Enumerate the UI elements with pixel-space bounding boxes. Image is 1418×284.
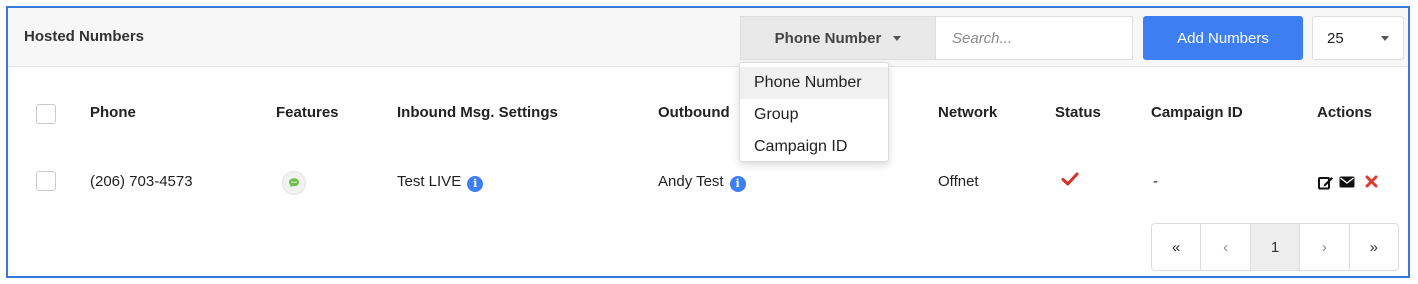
filter-field-select[interactable]: Phone Number	[740, 16, 936, 60]
current-page-button[interactable]: 1	[1250, 224, 1301, 270]
sms-icon	[282, 171, 306, 195]
dropdown-option-group[interactable]: Group	[740, 99, 888, 131]
delete-icon[interactable]	[1365, 175, 1378, 188]
info-icon[interactable]: i	[467, 176, 484, 192]
previous-page-button[interactable]: ‹	[1201, 224, 1251, 270]
network-cell: Offnet	[938, 173, 979, 190]
page-title: Hosted Numbers	[24, 28, 145, 45]
column-header-network[interactable]: Network	[938, 104, 997, 121]
dropdown-option-phone-number[interactable]: Phone Number	[740, 67, 888, 99]
filter-field-dropdown: Phone Number Group Campaign ID	[739, 62, 889, 162]
column-header-status[interactable]: Status	[1055, 104, 1101, 121]
column-header-features[interactable]: Features	[276, 104, 339, 121]
check-icon	[1061, 172, 1079, 186]
search-input[interactable]	[935, 16, 1133, 60]
last-page-button[interactable]: »	[1350, 224, 1398, 270]
add-numbers-button[interactable]: Add Numbers	[1143, 16, 1303, 60]
outbound-settings-value: Andy Test	[658, 173, 724, 190]
page-size-select[interactable]: 25	[1312, 16, 1404, 60]
column-header-campaign-id[interactable]: Campaign ID	[1151, 104, 1243, 121]
info-icon[interactable]: i	[729, 176, 746, 192]
edit-icon[interactable]	[1318, 175, 1334, 190]
phone-number-cell: (206) 703-4573	[90, 173, 193, 190]
campaign-id-cell: -	[1153, 173, 1158, 190]
outbound-settings-cell: Andy Test i	[658, 173, 746, 192]
next-page-button[interactable]: ›	[1300, 224, 1350, 270]
mail-icon[interactable]	[1339, 176, 1355, 188]
column-header-phone[interactable]: Phone	[90, 104, 136, 121]
first-page-button[interactable]: «	[1152, 224, 1202, 270]
column-header-inbound[interactable]: Inbound Msg. Settings	[397, 104, 558, 121]
panel-header: Hosted Numbers Phone Number Add Numbers …	[8, 8, 1408, 67]
inbound-settings-cell: Test LIVE i	[397, 173, 484, 192]
caret-down-icon	[893, 35, 902, 41]
dropdown-option-campaign-id[interactable]: Campaign ID	[740, 131, 888, 163]
select-all-checkbox[interactable]	[36, 104, 56, 124]
page-size-value: 25	[1327, 29, 1344, 47]
hosted-numbers-panel: Hosted Numbers Phone Number Add Numbers …	[6, 6, 1410, 278]
column-header-outbound[interactable]: Outbound	[658, 104, 730, 121]
row-checkbox[interactable]	[36, 171, 56, 191]
column-header-actions: Actions	[1317, 104, 1373, 121]
pagination: « ‹ 1 › »	[1151, 223, 1399, 271]
filter-field-label: Phone Number	[774, 29, 882, 47]
inbound-settings-value: Test LIVE	[397, 173, 462, 190]
caret-down-icon	[1381, 35, 1389, 41]
